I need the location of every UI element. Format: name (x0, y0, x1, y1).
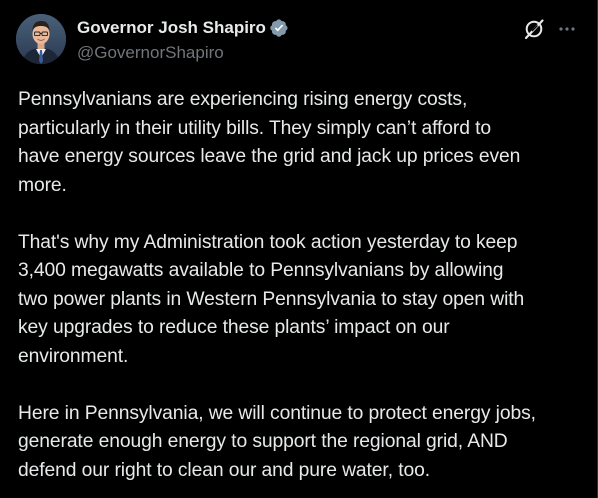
grok-icon[interactable] (523, 18, 545, 40)
avatar[interactable] (16, 14, 66, 64)
more-options-icon[interactable] (556, 18, 578, 40)
author-handle[interactable]: @GovernorShapiro (77, 42, 224, 64)
author-name-row: Governor Josh Shapiro (77, 17, 289, 39)
post-text: Pennsylvanians are experiencing rising e… (18, 86, 590, 485)
post-paragraph: That's why my Administration took action… (18, 231, 525, 367)
post-paragraph: Here in Pennsylvania, we will continue t… (18, 402, 536, 481)
avatar-photo (16, 14, 66, 64)
post-paragraph: Pennsylvanians are experiencing rising e… (18, 89, 521, 196)
verified-badge-icon[interactable] (269, 18, 289, 38)
post-card: Governor Josh Shapiro @GovernorShapiro P… (0, 0, 598, 498)
author-display-name[interactable]: Governor Josh Shapiro (77, 17, 266, 39)
